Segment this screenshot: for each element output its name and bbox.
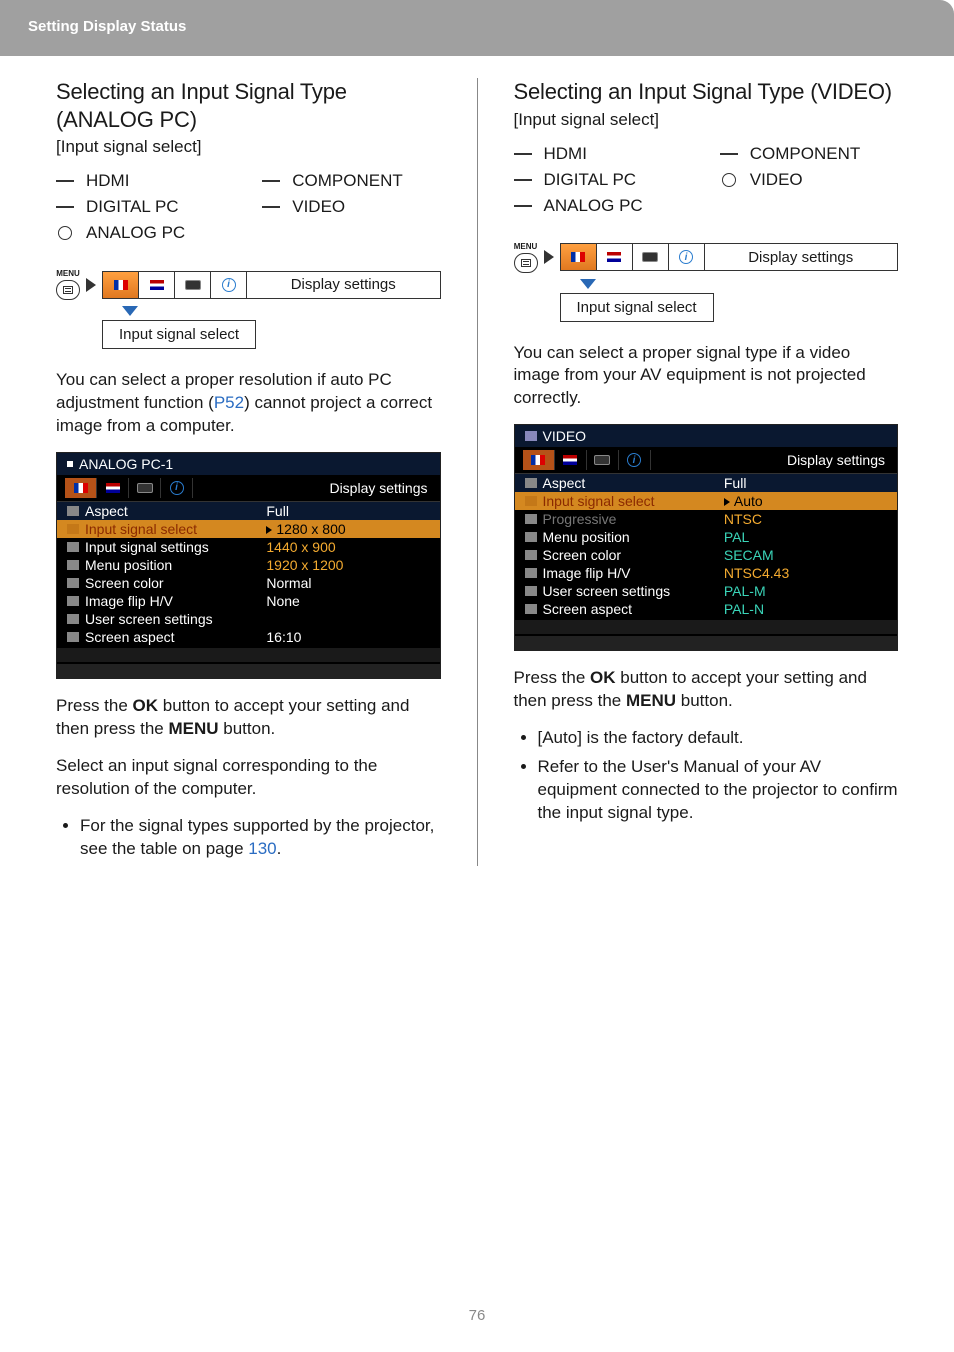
osd-row: AspectFull xyxy=(515,474,898,492)
osd-row: AspectFull xyxy=(57,502,440,520)
callout-input-signal: Input signal select xyxy=(560,293,714,322)
tab-system-icon xyxy=(633,244,669,270)
tab-info-icon: i xyxy=(669,244,705,270)
bullet-list: For the signal types supported by the pr… xyxy=(56,815,441,861)
tab-system-icon xyxy=(175,272,211,298)
right-column: Selecting an Input Signal Type (VIDEO) [… xyxy=(514,78,899,866)
link-p52[interactable]: P52 xyxy=(214,393,244,412)
signal-item: COMPONENT xyxy=(262,171,440,191)
menu-path-left: MENU i Display settings xyxy=(56,269,441,300)
menu-button-icon: MENU xyxy=(56,269,80,300)
arrow-down-icon xyxy=(122,306,138,316)
signal-item: COMPONENT xyxy=(720,144,898,164)
osd-title: ANALOG PC-1 xyxy=(57,453,440,475)
tab-label: Display settings xyxy=(247,272,440,298)
osd-screenshot-left: ANALOG PC-1 i Display settings AspectFul… xyxy=(56,452,441,679)
body-text: You can select a proper signal type if a… xyxy=(514,342,899,411)
circle-icon xyxy=(722,173,736,187)
arrow-down-icon xyxy=(580,279,596,289)
osd-row: User screen settings xyxy=(57,610,440,628)
callout-input-signal: Input signal select xyxy=(102,320,256,349)
accept-text: Press the OK button to accept your setti… xyxy=(514,667,899,713)
tab-image-icon xyxy=(597,244,633,270)
osd-screenshot-right: VIDEO i Display settings AspectFullInput… xyxy=(514,424,899,651)
tab-image-icon xyxy=(139,272,175,298)
dash-icon xyxy=(514,205,532,207)
signal-list-left: HDMI DIGITAL PC ANALOG PC COMPONENT VIDE… xyxy=(56,171,441,249)
signal-item: ANALOG PC xyxy=(56,223,234,243)
tab-display-icon xyxy=(103,272,139,298)
section-title-right: Selecting an Input Signal Type (VIDEO) xyxy=(514,78,899,106)
osd-row: Screen colorSECAM xyxy=(515,546,898,564)
left-column: Selecting an Input Signal Type (ANALOG P… xyxy=(56,78,441,866)
menu-path-right: MENU i Display settings xyxy=(514,242,899,273)
signal-item: HDMI xyxy=(514,144,692,164)
list-item: For the signal types supported by the pr… xyxy=(80,815,441,861)
osd-row: Input signal settings1440 x 900 xyxy=(57,538,440,556)
link-130[interactable]: 130 xyxy=(248,839,276,858)
bullet-list: [Auto] is the factory default. Refer to … xyxy=(514,727,899,825)
osd-row: Image flip H/VNone xyxy=(57,592,440,610)
circle-icon xyxy=(58,226,72,240)
dash-icon xyxy=(720,153,738,155)
subtitle-right: [Input signal select] xyxy=(514,110,899,130)
list-item: [Auto] is the factory default. xyxy=(538,727,899,750)
list-item: Refer to the User's Manual of your AV eq… xyxy=(538,756,899,825)
column-divider xyxy=(477,78,478,866)
section-title-left: Selecting an Input Signal Type (ANALOG P… xyxy=(56,78,441,133)
osd-row: Screen aspectPAL-N xyxy=(515,600,898,618)
osd-row: Input signal select1280 x 800 xyxy=(57,520,440,538)
osd-tabs: i Display settings xyxy=(515,447,898,474)
tab-bar: i Display settings xyxy=(102,271,441,299)
dash-icon xyxy=(56,206,74,208)
osd-row: Screen colorNormal xyxy=(57,574,440,592)
arrow-right-icon xyxy=(86,278,96,292)
osd-title: VIDEO xyxy=(515,425,898,447)
dash-icon xyxy=(514,179,532,181)
signal-item: ANALOG PC xyxy=(514,196,692,216)
tab-bar: i Display settings xyxy=(560,243,899,271)
signal-item: HDMI xyxy=(56,171,234,191)
menu-button-icon: MENU xyxy=(514,242,538,273)
tab-display-icon xyxy=(561,244,597,270)
header-title: Setting Display Status xyxy=(28,18,186,35)
osd-row: Menu positionPAL xyxy=(515,528,898,546)
body-text: Select an input signal corresponding to … xyxy=(56,755,441,801)
body-text: You can select a proper resolution if au… xyxy=(56,369,441,438)
dash-icon xyxy=(262,180,280,182)
dash-icon xyxy=(514,153,532,155)
subtitle-left: [Input signal select] xyxy=(56,137,441,157)
signal-item: DIGITAL PC xyxy=(514,170,692,190)
osd-row: Input signal selectAuto xyxy=(515,492,898,510)
osd-row: Menu position1920 x 1200 xyxy=(57,556,440,574)
page-number: 76 xyxy=(0,1307,954,1324)
page-header: Setting Display Status xyxy=(0,0,954,56)
tab-label: Display settings xyxy=(705,244,898,270)
tab-info-icon: i xyxy=(211,272,247,298)
signal-list-right: HDMI DIGITAL PC ANALOG PC COMPONENT VIDE… xyxy=(514,144,899,222)
signal-item: VIDEO xyxy=(720,170,898,190)
osd-row: User screen settingsPAL-M xyxy=(515,582,898,600)
osd-row: ProgressiveNTSC xyxy=(515,510,898,528)
osd-row: Image flip H/VNTSC4.43 xyxy=(515,564,898,582)
dash-icon xyxy=(56,180,74,182)
accept-text: Press the OK button to accept your setti… xyxy=(56,695,441,741)
signal-item: VIDEO xyxy=(262,197,440,217)
osd-tabs: i Display settings xyxy=(57,475,440,502)
dash-icon xyxy=(262,206,280,208)
signal-item: DIGITAL PC xyxy=(56,197,234,217)
arrow-right-icon xyxy=(544,250,554,264)
osd-row: Screen aspect16:10 xyxy=(57,628,440,646)
